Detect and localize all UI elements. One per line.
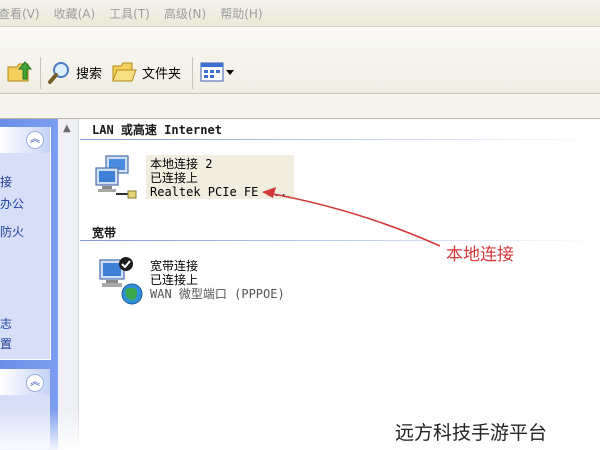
annotation-arrow [262,187,441,247]
annotation-label: 本地连接 [446,245,514,265]
watermark: 远方科技手游平台 [395,422,548,444]
